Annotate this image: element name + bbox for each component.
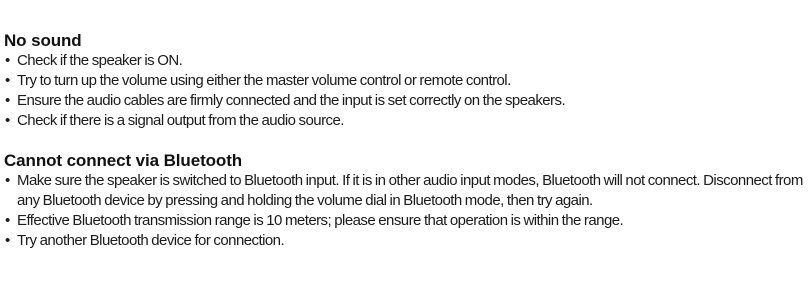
item-text: Make sure the speaker is switched to Blu… [17, 172, 803, 209]
bullet-icon: • [5, 52, 10, 69]
section-no-sound: No sound • Check if the speaker is ON. • T… [4, 31, 804, 131]
list-item: • Make sure the speaker is switched to Bl… [4, 171, 804, 211]
bullet-icon: • [5, 172, 10, 189]
item-text: Try to turn up the volume using either t… [17, 72, 511, 89]
bullet-icon: • [5, 232, 10, 249]
item-text: Effective Bluetooth transmission range i… [17, 212, 624, 229]
item-text: Try another Bluetooth device for connect… [17, 232, 285, 249]
troubleshooting-content: No sound • Check if the speaker is ON. • T… [4, 31, 804, 251]
item-list: • Make sure the speaker is switched to Bl… [4, 171, 804, 251]
item-list: • Check if the speaker is ON. • Try to tur… [4, 51, 804, 131]
item-text: Ensure the audio cables are firmly conne… [17, 92, 566, 109]
list-item: • Try to turn up the volume using either … [4, 71, 804, 91]
section-title: No sound [4, 31, 82, 50]
bullet-icon: • [5, 92, 10, 109]
item-text: Check if there is a signal output from t… [17, 112, 344, 129]
list-item: • Try another Bluetooth device for connec… [4, 231, 804, 251]
bullet-icon: • [5, 72, 10, 89]
list-item: • Check if there is a signal output from … [4, 111, 804, 131]
bullet-icon: • [5, 112, 10, 129]
section-bluetooth: Cannot connect via Bluetooth • Make sure … [4, 151, 804, 251]
list-item: • Check if the speaker is ON. [4, 51, 804, 71]
item-text: Check if the speaker is ON. [17, 52, 183, 69]
list-item: • Effective Bluetooth transmission range … [4, 211, 804, 231]
list-item: • Ensure the audio cables are firmly conn… [4, 91, 804, 111]
bullet-icon: • [5, 212, 10, 229]
section-title: Cannot connect via Bluetooth [4, 151, 243, 170]
